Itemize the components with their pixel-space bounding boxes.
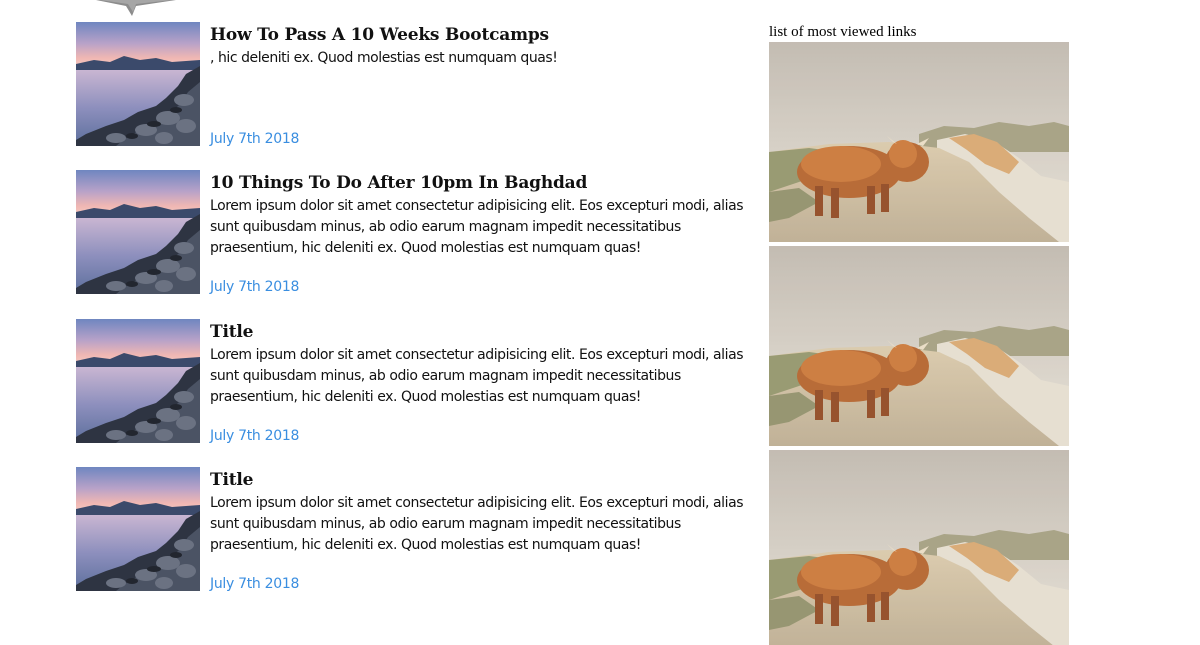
most-viewed-link[interactable]: [769, 42, 1069, 242]
most-viewed-link[interactable]: [769, 246, 1069, 446]
article-excerpt: Lorem ipsum dolor sit amet consectetur a…: [210, 495, 744, 553]
sidebar-heading: list of most viewed links: [769, 24, 917, 40]
article-title[interactable]: Title: [210, 320, 253, 344]
article-title[interactable]: Title: [210, 468, 253, 492]
article-date: July 7th 2018: [210, 279, 300, 295]
article-excerpt: Lorem ipsum dolor sit amet consectetur a…: [210, 347, 744, 405]
article-excerpt: Lorem ipsum dolor sit amet consectetur a…: [210, 198, 744, 256]
article-date: July 7th 2018: [210, 428, 300, 444]
article-date: July 7th 2018: [210, 131, 300, 147]
article-thumbnail[interactable]: [76, 319, 200, 443]
article-card[interactable]: Title Lorem ipsum dolor sit amet consect…: [76, 319, 756, 444]
article-card[interactable]: 10 Things To Do After 10pm In Baghdad Lo…: [76, 170, 756, 295]
article-title[interactable]: How To Pass A 10 Weeks Bootcamps: [210, 23, 549, 47]
article-card[interactable]: Title Lorem ipsum dolor sit amet consect…: [76, 467, 756, 592]
dropdown-pointer-shape: [96, 0, 176, 16]
article-excerpt: , hic deleniti ex. Quod molestias est nu…: [210, 50, 558, 66]
article-thumbnail[interactable]: [76, 467, 200, 591]
article-thumbnail[interactable]: [76, 22, 200, 146]
article-date: July 7th 2018: [210, 576, 300, 592]
most-viewed-link[interactable]: [769, 450, 1069, 645]
article-card[interactable]: How To Pass A 10 Weeks Bootcamps , hic d…: [76, 22, 756, 147]
article-thumbnail[interactable]: [76, 170, 200, 294]
article-title[interactable]: 10 Things To Do After 10pm In Baghdad: [210, 171, 587, 195]
